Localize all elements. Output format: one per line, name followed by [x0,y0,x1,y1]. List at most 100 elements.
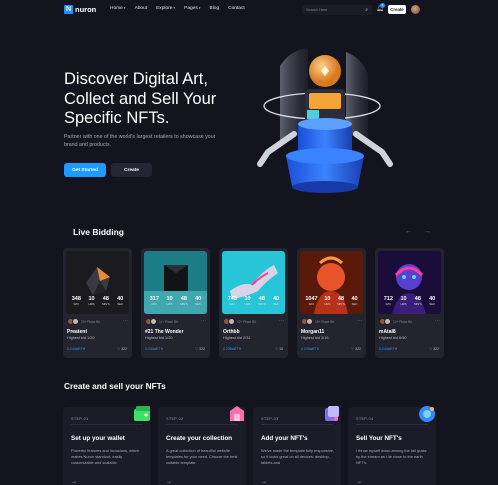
highest-bid: Highest bid 1/20 [67,336,95,340]
more-options-icon[interactable]: ··· [435,318,440,324]
like-button[interactable]: ♡ 322 [195,347,205,351]
highest-bid: Highest bid 1/20 [145,336,173,340]
bid-card[interactable]: 1047 DAY 10 HRS 48 MIN'S 40 SEC 15+ Place Bi… [297,248,366,358]
arrow-right-icon[interactable]: → [71,479,77,485]
chevron-down-icon: ▾ [173,6,176,10]
bidder-avatar[interactable] [72,318,79,325]
nav-blog[interactable]: Blog [210,6,220,11]
highest-bid: Highest bid 6/50 [379,336,407,340]
bidder-avatar[interactable] [228,318,235,325]
bid-card[interactable]: 743 DAY 10 HRS 48 MIN'S 40 SEC 12+ Place Bit… [219,248,288,358]
bid-card[interactable]: 712 DAY 10 HRS 48 MIN'S 40 SEC 10+ Place Bit… [375,248,444,358]
step-description: A great collection of beautiful website … [166,448,238,465]
nft-price: 0.244wETH [67,347,86,351]
heart-icon: ♡ [195,347,199,351]
nft-price: 0.244wETH [301,347,320,351]
more-options-icon[interactable]: ··· [279,318,284,324]
unit-label: HRS [400,302,407,306]
nft-name[interactable]: Morgan11 [301,329,324,335]
nft-name[interactable]: Preatent [67,329,87,335]
create-sell-title: Create and sell your NFTs [64,381,166,391]
unit-label: MIN'S [180,302,188,306]
nft-price: 0.244wETH [145,347,164,351]
unit-label: DAY [73,302,80,306]
search-input[interactable]: Search Here ⌕ [302,5,372,15]
unit-label: HRS [166,302,173,306]
bid-card[interactable]: 348 DAY 10 HRS 48 MIN'S 40 SEC 20+ Place Bit… [63,248,132,358]
bid-card[interactable]: 317 DAY 10 HRS 48 MIN'S 40 SEC 11+ Place Bit… [141,248,210,358]
hero-illustration: ♦ [257,48,393,193]
nav-pages[interactable]: Pages▾ [184,6,200,11]
nav-contact[interactable]: Contact [228,6,245,11]
bidder-avatar[interactable] [384,318,391,325]
nft-price: 0.235wETH [223,347,242,351]
card-meta: 11+ Place Bit. ··· [145,318,206,326]
hero-create-button[interactable]: Create [111,163,152,177]
more-options-icon[interactable]: ··· [357,318,362,324]
step-card[interactable]: STEP-02 Create your collection A great c… [158,406,246,485]
divider [166,424,238,425]
step-card[interactable]: STEP-04 Sell Your NFT's I throw myself d… [348,406,436,485]
notification-badge: 6 [380,3,385,8]
logo[interactable]: N nuron [64,5,96,14]
like-button[interactable]: ♡ 322 [429,347,439,351]
step-title: Set up your wallet [71,435,125,442]
like-count: 322 [355,347,361,351]
heart-icon: ♡ [117,347,121,351]
step-number: STEP-03 [261,417,279,421]
nav-about[interactable]: About [135,6,148,11]
step-title: Sell Your NFT's [356,435,402,442]
heart-icon: ♡ [429,347,433,351]
search-placeholder: Search Here [306,8,328,12]
like-button[interactable]: ♡ 322 [117,347,127,351]
arrow-right-icon[interactable]: → [356,479,362,485]
like-button[interactable]: ♡ 15 [275,347,283,351]
place-bit-count: 12+ Place Bit. [237,320,257,324]
next-arrow-icon[interactable]: → [424,228,431,235]
avatar[interactable] [411,5,420,14]
bidding-cards: 348 DAY 10 HRS 48 MIN'S 40 SEC 20+ Place Bit… [63,248,444,358]
countdown-timer: 712 DAY 10 HRS 48 MIN'S 40 SEC [380,296,439,306]
nav-home[interactable]: Home▾ [110,6,126,11]
step-card[interactable]: STEP-03 Add your NFT's We've made the te… [253,406,341,485]
bidder-avatar[interactable] [306,318,313,325]
countdown-timer: 1047 DAY 10 HRS 48 MIN'S 40 SEC [302,296,361,306]
prev-arrow-icon[interactable]: ← [405,228,412,235]
countdown-timer: 348 DAY 10 HRS 48 MIN'S 40 SEC [68,296,127,306]
sell-icon [416,403,438,425]
place-bit-count: 20+ Place Bit. [81,320,101,324]
unit-label: MIN'S [102,302,110,306]
unit-label: DAY [385,302,392,306]
arrow-right-icon[interactable]: → [261,479,267,485]
place-bit-count: 11+ Place Bit. [159,320,179,324]
unit-label: HRS [244,302,251,306]
nft-name[interactable]: Orthbb [223,329,240,335]
bidder-avatar[interactable] [150,318,157,325]
collection-icon [226,403,248,425]
nav-explore[interactable]: Explore▾ [156,6,175,11]
unit-label: MIN'S [337,302,345,306]
create-button[interactable]: Create [388,5,406,14]
arrow-right-icon[interactable]: → [166,479,172,485]
highest-bid: Highest bid 3/16 [301,336,329,340]
like-count: 322 [199,347,205,351]
card-meta: 10+ Place Bit. ··· [379,318,440,326]
unit-label: SEC [351,302,358,306]
search-icon[interactable]: ⌕ [365,7,368,13]
step-title: Create your collection [166,435,233,442]
steps-list: STEP-01 Set up your wallet Powerful feat… [63,406,436,485]
unit-label: DAY [151,302,158,306]
heart-icon: ♡ [274,347,279,351]
more-options-icon[interactable]: ··· [123,318,128,324]
step-number: STEP-04 [356,417,374,421]
step-card[interactable]: STEP-01 Set up your wallet Powerful feat… [63,406,151,485]
nft-name[interactable]: #21 The Wonder [145,329,184,335]
svg-text:♦: ♦ [319,64,332,80]
more-options-icon[interactable]: ··· [201,318,206,324]
step-description: We've made the template fully responsive… [261,448,334,465]
like-button[interactable]: ♡ 322 [351,347,361,351]
get-started-button[interactable]: Get Started [64,163,106,177]
step-title: Add your NFT's [261,435,308,442]
nft-name[interactable]: mAtal8 [379,329,396,335]
card-meta: 15+ Place Bit. ··· [301,318,362,326]
